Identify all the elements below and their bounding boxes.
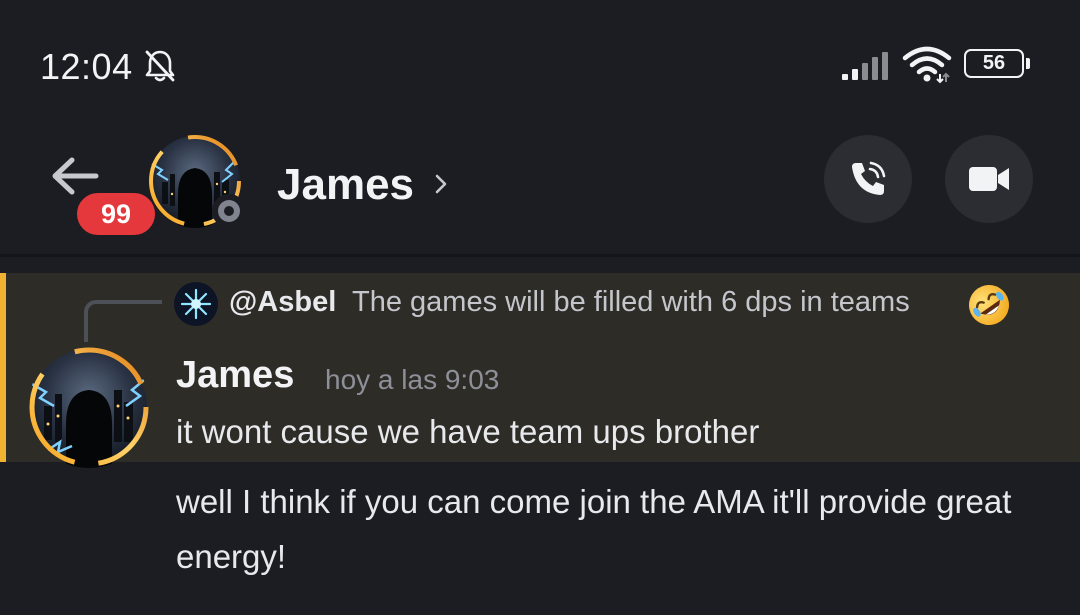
contact-name[interactable]: James (277, 160, 414, 210)
phone-call-icon (852, 161, 886, 195)
message-author-avatar[interactable] (28, 346, 150, 468)
battery-indicator: 56 (964, 49, 1030, 78)
presence-offline-hole (224, 206, 234, 216)
message-text-followup[interactable]: well I think if you can come join the AM… (176, 474, 1056, 584)
reply-author-mention[interactable]: @Asbel (229, 286, 336, 319)
wifi-icon (902, 46, 952, 84)
header-divider (0, 254, 1080, 257)
reply-preview-text[interactable]: The games will be filled with 6 dps in t… (352, 286, 910, 319)
unread-count-badge[interactable]: 99 (74, 190, 158, 238)
voice-call-button[interactable] (824, 135, 912, 223)
video-call-button[interactable] (945, 135, 1033, 223)
battery-level: 56 (964, 49, 1024, 78)
reply-author-avatar[interactable] (174, 282, 218, 326)
chat-screen: 12:04 56 99 James @Asbel The games will … (0, 0, 1080, 615)
presence-indicator (212, 194, 246, 228)
mention-indicator-bar (0, 273, 6, 462)
message-author-name[interactable]: James (176, 354, 294, 397)
chat-header: 99 James (0, 120, 1080, 254)
battery-tip (1026, 58, 1030, 69)
video-camera-icon (969, 167, 1009, 191)
rolling-on-floor-laughing-emoji (969, 285, 1009, 325)
status-time: 12:04 (40, 46, 133, 87)
signal-icon (842, 52, 888, 80)
reply-connector-line (84, 300, 162, 342)
message-group-mention[interactable]: @Asbel The games will be filled with 6 d… (0, 273, 1080, 468)
status-bar: 12:04 56 (0, 0, 1080, 120)
bell-off-icon (145, 50, 175, 82)
message-timestamp: hoy a las 9:03 (325, 364, 500, 395)
chevron-right-icon[interactable] (432, 172, 450, 196)
message-text[interactable]: it wont cause we have team ups brother (176, 413, 759, 451)
